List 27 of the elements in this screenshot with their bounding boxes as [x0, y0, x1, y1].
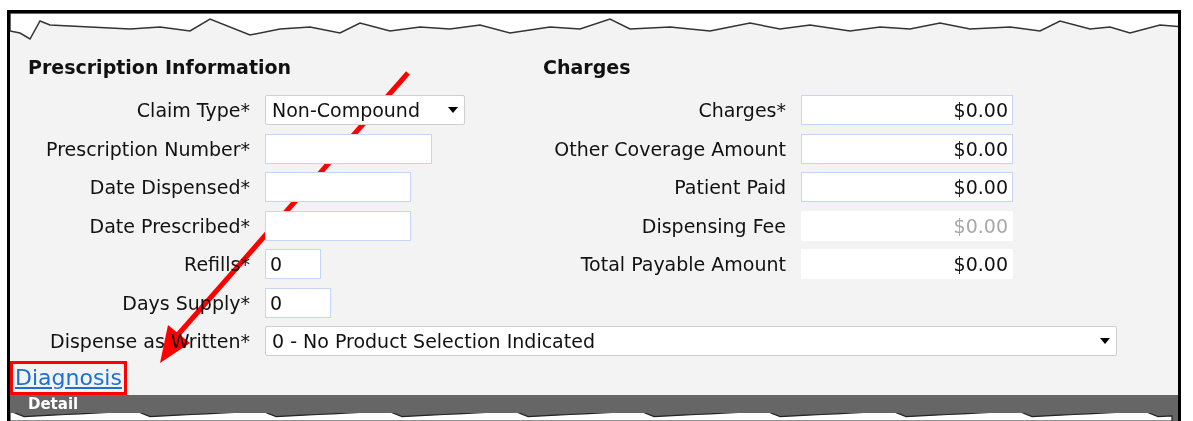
input-field[interactable]	[265, 172, 411, 203]
field-label: Total Payable Amount	[579, 252, 786, 277]
field-label: Patient Paid	[673, 175, 786, 200]
input-field[interactable]	[265, 210, 411, 241]
dropdown[interactable]: 0 - No Product Selection Indicated	[265, 326, 1117, 357]
field-label: Claim Type*	[135, 98, 250, 123]
field-label: Dispensing Fee	[640, 213, 786, 239]
input-field[interactable]: $0.00	[801, 133, 1013, 164]
input-field: $0.00	[801, 210, 1013, 241]
input-field[interactable]: $0.00	[801, 95, 1013, 126]
field-label: Prescription Number*	[45, 136, 250, 162]
input-field[interactable]: 0	[265, 287, 331, 318]
input-field: $0.00	[801, 249, 1013, 280]
diagnosis-link[interactable]: Diagnosis	[10, 360, 127, 395]
section-heading: Charges	[543, 55, 632, 80]
input-field[interactable]	[265, 133, 432, 164]
input-field[interactable]: 0	[265, 249, 321, 280]
caret-icon	[1100, 338, 1110, 345]
field-label: Date Dispensed*	[88, 175, 250, 200]
field-label: Other Coverage Amount	[553, 136, 786, 162]
caret-icon	[448, 107, 458, 114]
dropdown[interactable]: Non-Compound	[265, 95, 465, 126]
section-title: Detail	[28, 396, 80, 412]
section-heading: Prescription Information	[27, 55, 293, 80]
field-label: Charges*	[697, 98, 786, 123]
input-field[interactable]: $0.00	[801, 172, 1013, 203]
field-label: Date Prescribed*	[88, 213, 250, 239]
